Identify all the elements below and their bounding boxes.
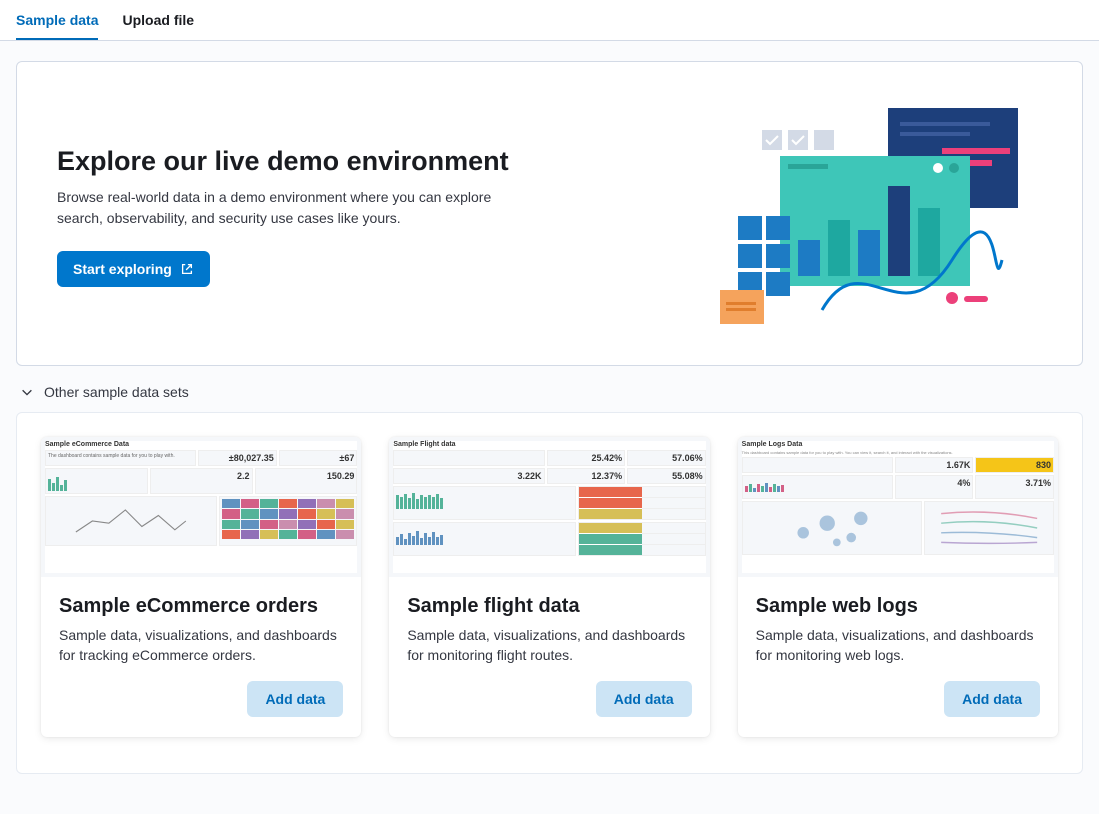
card-weblogs-desc: Sample data, visualizations, and dashboa… [756,626,1040,665]
start-exploring-button[interactable]: Start exploring [57,251,210,287]
tab-sample-data[interactable]: Sample data [16,0,98,40]
hero-illustration [702,100,1022,333]
tabs: Sample data Upload file [0,0,1099,41]
add-data-button-weblogs[interactable]: Add data [944,681,1040,717]
start-exploring-label: Start exploring [73,261,172,277]
other-sample-data-toggle[interactable]: Other sample data sets [16,366,1083,412]
card-ecommerce-desc: Sample data, visualizations, and dashboa… [59,626,343,665]
tab-upload-file[interactable]: Upload file [122,0,194,40]
external-link-icon [180,262,194,276]
card-weblogs: Sample Logs Data This dashboard contains… [738,437,1058,737]
card-weblogs-preview: Sample Logs Data This dashboard contains… [738,437,1058,577]
hero-description: Browse real-world data in a demo environ… [57,187,527,229]
card-flight-desc: Sample data, visualizations, and dashboa… [407,626,691,665]
card-ecommerce-preview: Sample eCommerce Data The dashboard cont… [41,437,361,577]
hero-panel: Explore our live demo environment Browse… [16,61,1083,366]
card-flight: Sample Flight data 25.42% 57.06% 3.22K 1… [389,437,709,737]
chevron-down-icon [20,385,34,399]
sample-data-cards: Sample eCommerce Data The dashboard cont… [16,412,1083,774]
add-data-button-flight[interactable]: Add data [596,681,692,717]
card-ecommerce: Sample eCommerce Data The dashboard cont… [41,437,361,737]
other-sample-data-label: Other sample data sets [44,384,189,400]
card-flight-preview: Sample Flight data 25.42% 57.06% 3.22K 1… [389,437,709,577]
card-weblogs-title: Sample web logs [756,595,1040,618]
card-flight-title: Sample flight data [407,595,691,618]
add-data-button-ecommerce[interactable]: Add data [247,681,343,717]
card-ecommerce-title: Sample eCommerce orders [59,595,343,618]
hero-title: Explore our live demo environment [57,146,670,177]
